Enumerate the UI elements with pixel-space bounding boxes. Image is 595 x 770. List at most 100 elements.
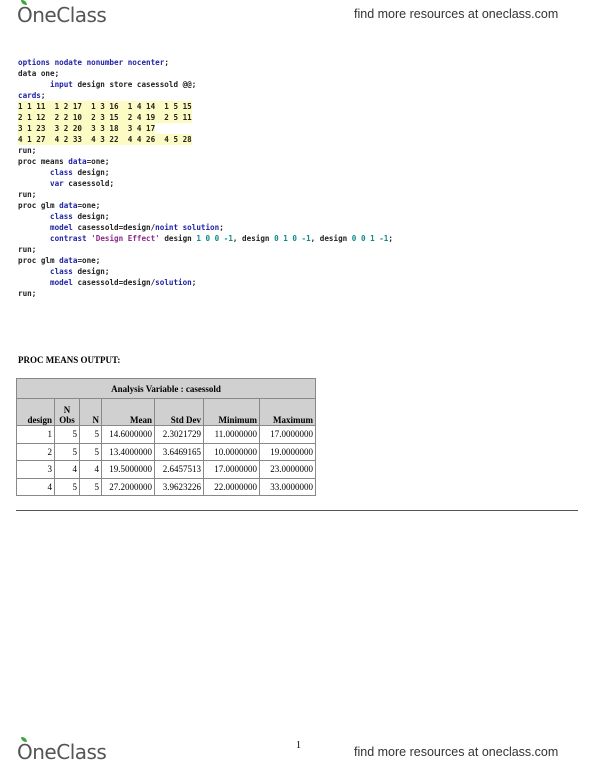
analysis-table: Analysis Variable : casessold design N Ob… — [16, 378, 316, 496]
table-cell: 3 — [16, 460, 55, 479]
table-cell: 23.0000000 — [259, 460, 316, 479]
table-cell: 5 — [79, 477, 102, 496]
code-token: cards — [18, 91, 41, 100]
code-token: , design — [232, 234, 275, 243]
table-cell: 5 — [79, 442, 102, 461]
table-row: 1 5 5 14.6000000 2.3021729 11.0000000 17.00000… — [16, 425, 316, 444]
table-cell: 5 — [54, 477, 80, 496]
code-line: class design; — [18, 167, 393, 178]
table-cell: 17.0000000 — [203, 460, 260, 479]
code-token: =one; — [86, 157, 110, 166]
code-line: class design; — [18, 211, 393, 222]
table-row: 2 5 5 13.4000000 3.6469165 10.0000000 19.00000… — [16, 442, 316, 461]
code-token: proc glm — [18, 256, 60, 265]
logo-text: OneClass — [17, 740, 107, 764]
table-cell: 10.0000000 — [203, 442, 260, 461]
code-line: model casessold=design/solution; — [18, 277, 393, 288]
table-row: 3 4 4 19.5000000 2.6457513 17.0000000 23.00000… — [16, 460, 316, 479]
code-token: run; — [18, 190, 37, 199]
code-token: data — [68, 157, 87, 166]
footer-tagline[interactable]: find more resources at oneclass.com — [354, 745, 558, 759]
code-line: var casessold; — [18, 178, 393, 189]
column-header: N Obs — [54, 398, 80, 426]
code-token: input — [50, 80, 73, 89]
code-token: design; — [72, 267, 110, 276]
code-token: model — [50, 278, 73, 287]
code-token: design; — [72, 212, 110, 221]
code-token: 'Design Effect' — [91, 234, 160, 243]
code-token: run; — [18, 245, 37, 254]
table-cell: 5 — [54, 425, 80, 444]
table-cell: 22.0000000 — [203, 477, 260, 496]
table-cell: 33.0000000 — [259, 477, 316, 496]
table-cell: 2 — [16, 442, 55, 461]
table-cell: 19.5000000 — [101, 460, 155, 479]
code-token: design — [159, 234, 197, 243]
code-token: casessold; — [63, 179, 115, 188]
code-token: ; — [219, 223, 224, 232]
sas-code-block: options nodate nonumber nocenter; data o… — [18, 57, 393, 299]
code-line: input design store casessold @@; — [18, 79, 393, 90]
code-token: run; — [18, 289, 37, 298]
code-token: , design — [310, 234, 352, 243]
code-token: ; — [164, 58, 174, 67]
table-cell: 17.0000000 — [259, 425, 316, 444]
section-heading: PROC MEANS OUTPUT: — [18, 355, 121, 365]
table-cell: 27.2000000 — [101, 477, 155, 496]
code-line: proc glm data=one; — [18, 255, 393, 266]
code-line: run; — [18, 145, 393, 156]
oneclass-logo: OneClass — [17, 0, 107, 27]
table-cell: 3.9623226 — [154, 477, 204, 496]
code-token: design store casessold @@; — [72, 80, 197, 89]
table-cell: 4 — [79, 460, 102, 479]
code-token: 0 1 0 -1 — [274, 234, 311, 243]
code-line: contrast 'Design Effect' design 1 0 0 -1… — [18, 233, 393, 244]
code-line: proc glm data=one; — [18, 200, 393, 211]
code-line: cards; — [18, 90, 393, 101]
code-token: 0 0 1 -1 — [351, 234, 389, 243]
code-line: run; — [18, 189, 393, 200]
column-header: Mean — [101, 398, 155, 426]
code-line: run; — [18, 288, 393, 299]
table-cell: 1 — [16, 425, 55, 444]
code-token: ; — [388, 234, 393, 243]
table-title: Analysis Variable : casessold — [16, 378, 316, 399]
code-line: options nodate nonumber nocenter; — [18, 57, 393, 68]
code-line: 2 1 12 2 2 10 2 3 15 2 4 19 2 5 11 — [18, 112, 393, 123]
table-cell: 3.6469165 — [154, 442, 204, 461]
code-token: ; — [40, 91, 46, 100]
code-token: casessold=design/ — [72, 223, 156, 232]
code-token: =one; — [77, 256, 101, 265]
column-header: design — [16, 398, 55, 426]
code-line: 1 1 11 1 2 17 1 3 16 1 4 14 1 5 15 — [18, 101, 393, 112]
table-cell: 2.6457513 — [154, 460, 204, 479]
column-header: Minimum — [203, 398, 260, 426]
table-cell: 14.6000000 — [101, 425, 155, 444]
table-cell: 13.4000000 — [101, 442, 155, 461]
column-header: Maximum — [259, 398, 316, 426]
code-token: run; — [18, 146, 37, 155]
table-cell: 4 — [54, 460, 80, 479]
header-tagline[interactable]: find more resources at oneclass.com — [354, 7, 558, 21]
code-line: class design; — [18, 266, 393, 277]
code-line: data one; — [18, 68, 393, 79]
code-token: casessold=design/ — [72, 278, 156, 287]
code-token: ; — [191, 278, 197, 287]
column-header: N — [79, 398, 102, 426]
footer-oneclass-logo: OneClass — [17, 737, 107, 764]
divider — [16, 510, 578, 511]
code-token: =one; — [77, 201, 101, 210]
table-row: 4 5 5 27.2000000 3.9623226 22.0000000 33.00000… — [16, 477, 316, 496]
logo-text: OneClass — [17, 3, 107, 27]
code-token: model — [50, 223, 73, 232]
code-token: contrast — [50, 234, 87, 243]
data-line: 3 1 23 3 2 20 3 3 18 3 4 17 — [18, 123, 156, 134]
code-token: 1 0 0 -1 — [196, 234, 233, 243]
code-line: 3 1 23 3 2 20 3 3 18 3 4 17 — [18, 123, 393, 134]
